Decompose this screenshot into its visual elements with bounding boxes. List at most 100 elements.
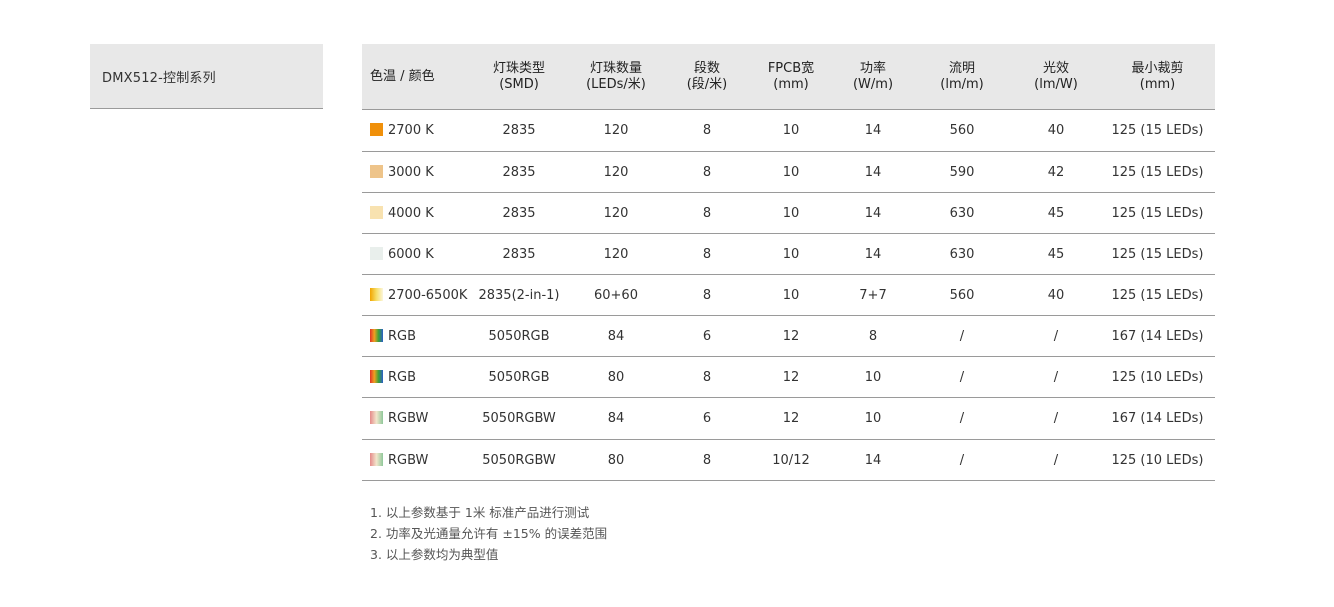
cell-segments: 8 — [666, 356, 748, 398]
note-item: 3. 以上参数均为典型值 — [370, 547, 499, 562]
cell-smd: 2835 — [472, 192, 566, 234]
cell-efficacy: 40 — [1012, 109, 1100, 152]
cell-fpcb: 12 — [748, 397, 834, 440]
cell-min-cut: 125 (15 LEDs) — [1100, 151, 1215, 193]
cell-smd: 5050RGB — [472, 315, 566, 357]
cell-power: 10 — [834, 397, 912, 440]
cell-segments: 8 — [666, 109, 748, 152]
cell-fpcb: 10 — [748, 109, 834, 152]
notes: 1. 以上参数基于 1米 标准产品进行测试 2. 功率及光通量允许有 ±15% … — [370, 502, 607, 565]
cell-power: 10 — [834, 356, 912, 398]
cell-power: 8 — [834, 315, 912, 357]
cell-efficacy: / — [1012, 397, 1100, 440]
header-power: 功率 (W/m) — [834, 44, 912, 110]
cell-min-cut: 125 (15 LEDs) — [1100, 233, 1215, 275]
table-row: RGBW 5050RGBW 84 6 12 10//167 (14 LEDs) — [362, 397, 1215, 440]
cell-min-cut: 125 (10 LEDs) — [1100, 439, 1215, 481]
header-smd: 灯珠类型 (SMD) — [472, 44, 566, 110]
cell-color: 2700-6500K — [362, 274, 472, 316]
cell-leds: 84 — [566, 397, 666, 440]
header-lumen: 流明 (lm/m) — [912, 44, 1012, 110]
cell-lumen: 630 — [912, 192, 1012, 234]
cell-power: 14 — [834, 109, 912, 152]
cell-smd: 5050RGBW — [472, 397, 566, 440]
section-title-box: DMX512-控制系列 — [90, 44, 323, 109]
table-row: RGB 5050RGB 84 6 12 8//167 (14 LEDs) — [362, 315, 1215, 357]
cell-fpcb: 10 — [748, 151, 834, 193]
cell-segments: 6 — [666, 315, 748, 357]
cell-color: RGB — [362, 315, 472, 357]
cell-min-cut: 125 (15 LEDs) — [1100, 274, 1215, 316]
cell-lumen: / — [912, 439, 1012, 481]
cell-segments: 6 — [666, 397, 748, 440]
color-swatch-icon — [370, 205, 383, 219]
cell-efficacy: 42 — [1012, 151, 1100, 193]
cell-efficacy: / — [1012, 356, 1100, 398]
cell-fpcb: 12 — [748, 315, 834, 357]
color-swatch-icon — [370, 246, 383, 260]
spec-table: 色温 / 颜色 灯珠类型 (SMD) 灯珠数量 (LEDs/米) 段数 (段/米) F… — [362, 44, 1215, 481]
header-fpcb: FPCB宽 (mm) — [748, 44, 834, 110]
cell-segments: 8 — [666, 151, 748, 193]
cell-min-cut: 167 (14 LEDs) — [1100, 315, 1215, 357]
color-label: 2700 K — [388, 123, 434, 138]
cell-leds: 120 — [566, 151, 666, 193]
cell-lumen: 630 — [912, 233, 1012, 275]
cell-min-cut: 125 (15 LEDs) — [1100, 109, 1215, 152]
cell-lumen: 560 — [912, 274, 1012, 316]
note-item: 1. 以上参数基于 1米 标准产品进行测试 — [370, 505, 590, 520]
cell-smd: 5050RGB — [472, 356, 566, 398]
cell-power: 7+7 — [834, 274, 912, 316]
cell-smd: 2835 — [472, 151, 566, 193]
cell-min-cut: 125 (10 LEDs) — [1100, 356, 1215, 398]
cell-power: 14 — [834, 192, 912, 234]
table-row: 4000 K 2835 120 8 10 14 630 45 125 (15 LEDs) — [362, 192, 1215, 234]
color-swatch-icon — [370, 369, 383, 383]
color-label: RGB — [388, 328, 417, 344]
cell-color: 2700 K — [362, 109, 472, 152]
header-leds: 灯珠数量 (LEDs/米) — [566, 44, 666, 110]
cell-efficacy: / — [1012, 315, 1100, 357]
table-row: 2700 K 2835 120 8 10 14 560 40 125 (15 LEDs) — [362, 109, 1215, 152]
color-label: RGBW — [388, 411, 429, 426]
cell-leds: 84 — [566, 315, 666, 357]
cell-power: 14 — [834, 151, 912, 193]
cell-min-cut: 167 (14 LEDs) — [1100, 397, 1215, 440]
cell-color: RGBW — [362, 439, 472, 481]
cell-smd: 2835 — [472, 233, 566, 275]
cell-lumen: / — [912, 356, 1012, 398]
color-swatch-icon — [370, 328, 383, 342]
cell-fpcb: 12 — [748, 356, 834, 398]
note-item: 2. 功率及光通量允许有 ±15% 的误差范围 — [370, 526, 608, 541]
cell-color: 3000 K — [362, 151, 472, 193]
cell-segments: 8 — [666, 192, 748, 234]
color-swatch-icon — [370, 123, 383, 136]
cell-efficacy: 45 — [1012, 233, 1100, 275]
cell-lumen: 560 — [912, 109, 1012, 152]
cell-lumen: / — [912, 397, 1012, 440]
color-label: 6000 K — [388, 246, 434, 262]
cell-efficacy: / — [1012, 439, 1100, 481]
cell-leds: 60+60 — [566, 274, 666, 316]
color-label: 3000 K — [388, 164, 434, 180]
table-row: RGB 5050RGB 80 8 12 10//125 (10 LEDs) — [362, 356, 1215, 398]
cell-efficacy: 40 — [1012, 274, 1100, 316]
cell-min-cut: 125 (15 LEDs) — [1100, 192, 1215, 234]
cell-color: RGB — [362, 356, 472, 398]
table-row: 6000 K 2835 120 8 10 14 630 45 125 (15 LEDs) — [362, 233, 1215, 275]
cell-fpcb: 10 — [748, 192, 834, 234]
cell-lumen: / — [912, 315, 1012, 357]
color-swatch-icon — [370, 452, 383, 466]
cell-lumen: 590 — [912, 151, 1012, 193]
cell-color: 6000 K — [362, 233, 472, 275]
color-swatch-icon — [370, 164, 383, 178]
header-segments: 段数 (段/米) — [666, 44, 748, 110]
cell-smd: 5050RGBW — [472, 439, 566, 481]
cell-smd: 2835(2-in-1) — [472, 274, 566, 316]
cell-segments: 8 — [666, 274, 748, 316]
section-title: DMX512-控制系列 — [102, 70, 216, 86]
table-row: RGBW 5050RGBW 80 8 10/12 14//125 (10 LEDs) — [362, 439, 1215, 481]
cell-leds: 120 — [566, 233, 666, 275]
cell-fpcb: 10 — [748, 233, 834, 275]
header-min-cut: 最小裁剪 (mm) — [1100, 44, 1215, 110]
